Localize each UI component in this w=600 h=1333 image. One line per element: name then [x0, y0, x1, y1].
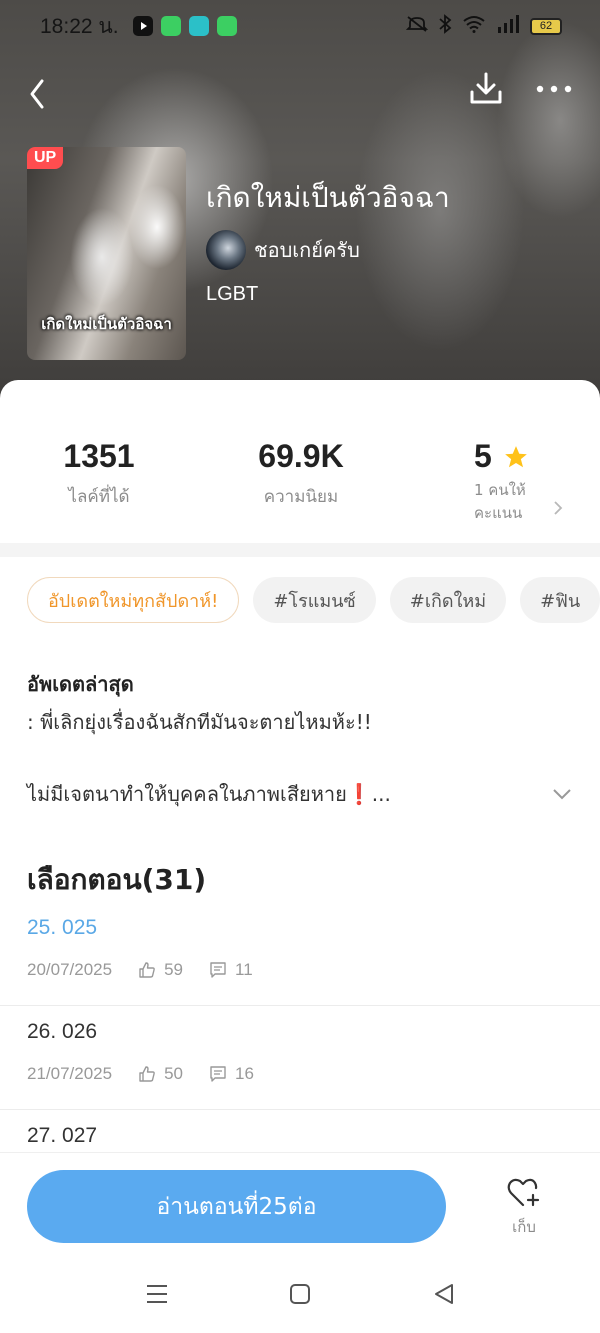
- latest-update-text: : พี่เลิกยุ่งเรื่องฉันสักทีมันจะตายไหมห้…: [27, 710, 372, 734]
- episode-row[interactable]: 25. 025 20/07/2025 59 11: [0, 902, 600, 1006]
- episode-likes: 50: [164, 1064, 184, 1083]
- popularity-stat: 69.9K ความนิยม: [254, 438, 348, 510]
- wifi-icon: [462, 15, 486, 37]
- star-icon: [505, 445, 527, 467]
- description-text: ไม่มีเจตนาทำให้บุคคลในภาพเสียหาย❗...: [27, 782, 391, 806]
- top-nav: [0, 64, 600, 114]
- rating-stat[interactable]: 5 1 คนให้คะแนน: [474, 438, 544, 525]
- comment-icon: [210, 1066, 226, 1082]
- app-icon-green: [160, 16, 181, 36]
- book-title: เกิดใหม่เป็นตัวอิจฉา: [206, 181, 450, 214]
- tag-weekly-update[interactable]: อัปเดตใหม่ทุกสัปดาห์!: [27, 577, 240, 623]
- bottom-action-bar: อ่านตอนที่25ต่อ เก็บ: [0, 1152, 600, 1258]
- chevron-left-icon: [30, 79, 44, 109]
- tag-fin[interactable]: #ฟิน: [520, 577, 600, 623]
- episode-title: 25. 025: [27, 916, 98, 939]
- back-triangle-icon[interactable]: [432, 1282, 456, 1306]
- episode-date: 20/07/2025: [27, 960, 113, 979]
- continue-reading-button[interactable]: อ่านตอนที่25ต่อ: [27, 1170, 446, 1243]
- episode-likes: 59: [164, 960, 184, 979]
- likes-value: 1351: [63, 438, 135, 474]
- episode-date: 21/07/2025: [27, 1064, 113, 1083]
- episode-comments: 16: [235, 1064, 254, 1083]
- episode-meta: 20/07/2025 59 11: [27, 960, 253, 980]
- status-app-icons: [132, 16, 237, 36]
- battery-indicator: 62: [530, 17, 562, 35]
- more-options-button[interactable]: [530, 72, 578, 106]
- back-button[interactable]: [22, 70, 58, 110]
- episode-comments: 11: [235, 960, 253, 979]
- tag-reborn[interactable]: #เกิดใหม่: [389, 577, 507, 623]
- status-bar: 18:22 น. 62: [0, 0, 600, 52]
- app-icon-teal: [188, 16, 209, 36]
- author-row[interactable]: ชอบเกย์ครับ: [206, 230, 360, 270]
- latest-update-title: อัพเดตล่าสุด: [27, 672, 134, 696]
- thumbs-up-icon: [139, 962, 155, 978]
- episode-title: 26. 026: [27, 1020, 98, 1043]
- book-cover: UP เกิดใหม่เป็นตัวอิจฉา: [27, 147, 186, 360]
- stats-section: 1351 ไลค์ที่ได้ 69.9K ความนิยม 5 1 คนให้…: [0, 380, 600, 543]
- chevron-down-icon[interactable]: [550, 782, 574, 806]
- episodes-title: เลือกตอน(31): [27, 863, 207, 896]
- download-button[interactable]: [466, 68, 506, 108]
- section-divider: [0, 543, 600, 557]
- update-badge: UP: [27, 147, 64, 169]
- youtube-icon: [132, 16, 153, 36]
- genre-label: LGBT: [206, 283, 259, 305]
- rating-value: 5: [474, 438, 492, 474]
- home-square-icon[interactable]: [288, 1282, 312, 1306]
- more-dots-icon: [536, 85, 572, 93]
- likes-label: ไลค์ที่ได้: [68, 487, 130, 507]
- popularity-label: ความนิยม: [263, 487, 339, 507]
- save-to-library-button[interactable]: เก็บ: [498, 1177, 550, 1243]
- tag-romance[interactable]: #โรแมนซ์: [253, 577, 376, 623]
- system-navigation-bar: [0, 1258, 600, 1333]
- author-avatar[interactable]: [206, 230, 246, 270]
- likes-stat: 1351 ไลค์ที่ได้: [62, 438, 136, 510]
- author-name[interactable]: ชอบเกย์ครับ: [254, 234, 360, 266]
- header-background: 18:22 น. 62 UP เกิดใหม่เป็นตัวอิจฉา เกิด…: [0, 0, 600, 400]
- save-label: เก็บ: [512, 1218, 536, 1236]
- status-indicators: 62: [405, 14, 562, 38]
- thumbs-up-icon: [139, 1066, 155, 1082]
- bluetooth-icon: [438, 14, 452, 38]
- shield-app-icon: [216, 16, 237, 36]
- mute-icon: [405, 15, 429, 37]
- signal-icon: [496, 15, 520, 37]
- heart-plus-icon: [507, 1178, 540, 1207]
- popularity-value: 69.9K: [258, 438, 344, 474]
- chevron-right-icon[interactable]: [550, 500, 566, 516]
- episode-title: 27. 027: [27, 1124, 98, 1147]
- rating-label: 1 คนให้คะแนน: [474, 481, 526, 522]
- status-time: 18:22 น.: [40, 14, 119, 38]
- episode-row[interactable]: 26. 026 21/07/2025 50 16: [0, 1006, 600, 1110]
- episode-meta: 21/07/2025 50 16: [27, 1064, 254, 1084]
- download-icon: [470, 72, 502, 104]
- cover-title: เกิดใหม่เป็นตัวอิจฉา: [41, 315, 172, 333]
- menu-icon[interactable]: [145, 1282, 169, 1306]
- comment-icon: [210, 962, 226, 978]
- tag-list: อัปเดตใหม่ทุกสัปดาห์! #โรแมนซ์ #เกิดใหม่…: [27, 577, 600, 623]
